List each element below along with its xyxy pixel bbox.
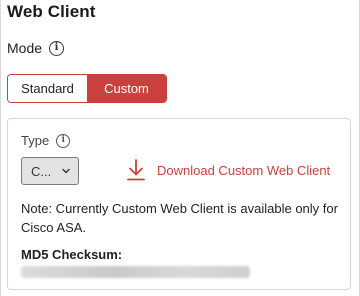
mode-segmented-control: Standard Custom [7,74,167,103]
availability-note: Note: Currently Custom Web Client is ava… [21,201,338,235]
mode-option-standard[interactable]: Standard [8,75,87,102]
mode-option-custom[interactable]: Custom [87,75,166,102]
download-custom-web-client-link[interactable]: Download Custom Web Client [125,158,330,182]
custom-client-panel: Type i C... Download Custom Web Client N… [7,118,351,290]
type-select-value: C... [31,163,52,179]
download-icon [127,159,145,181]
page-title: Web Client [7,2,96,21]
chevron-down-icon [62,168,70,174]
mode-field-label-row: Mode i [7,40,65,56]
type-select[interactable]: C... [21,157,79,185]
type-field-label-row: Type i [21,133,71,148]
md5-checksum-label: MD5 Checksum: [21,247,123,262]
mode-label: Mode [7,40,43,56]
md5-checksum-value-redacted [21,266,250,278]
info-circle-icon[interactable]: i [56,133,71,148]
info-circle-icon[interactable]: i [49,40,65,56]
download-label: Download Custom Web Client [157,162,331,178]
web-client-section: Web Client Mode i Standard Custom Type i… [0,0,360,296]
type-label: Type [21,133,50,148]
